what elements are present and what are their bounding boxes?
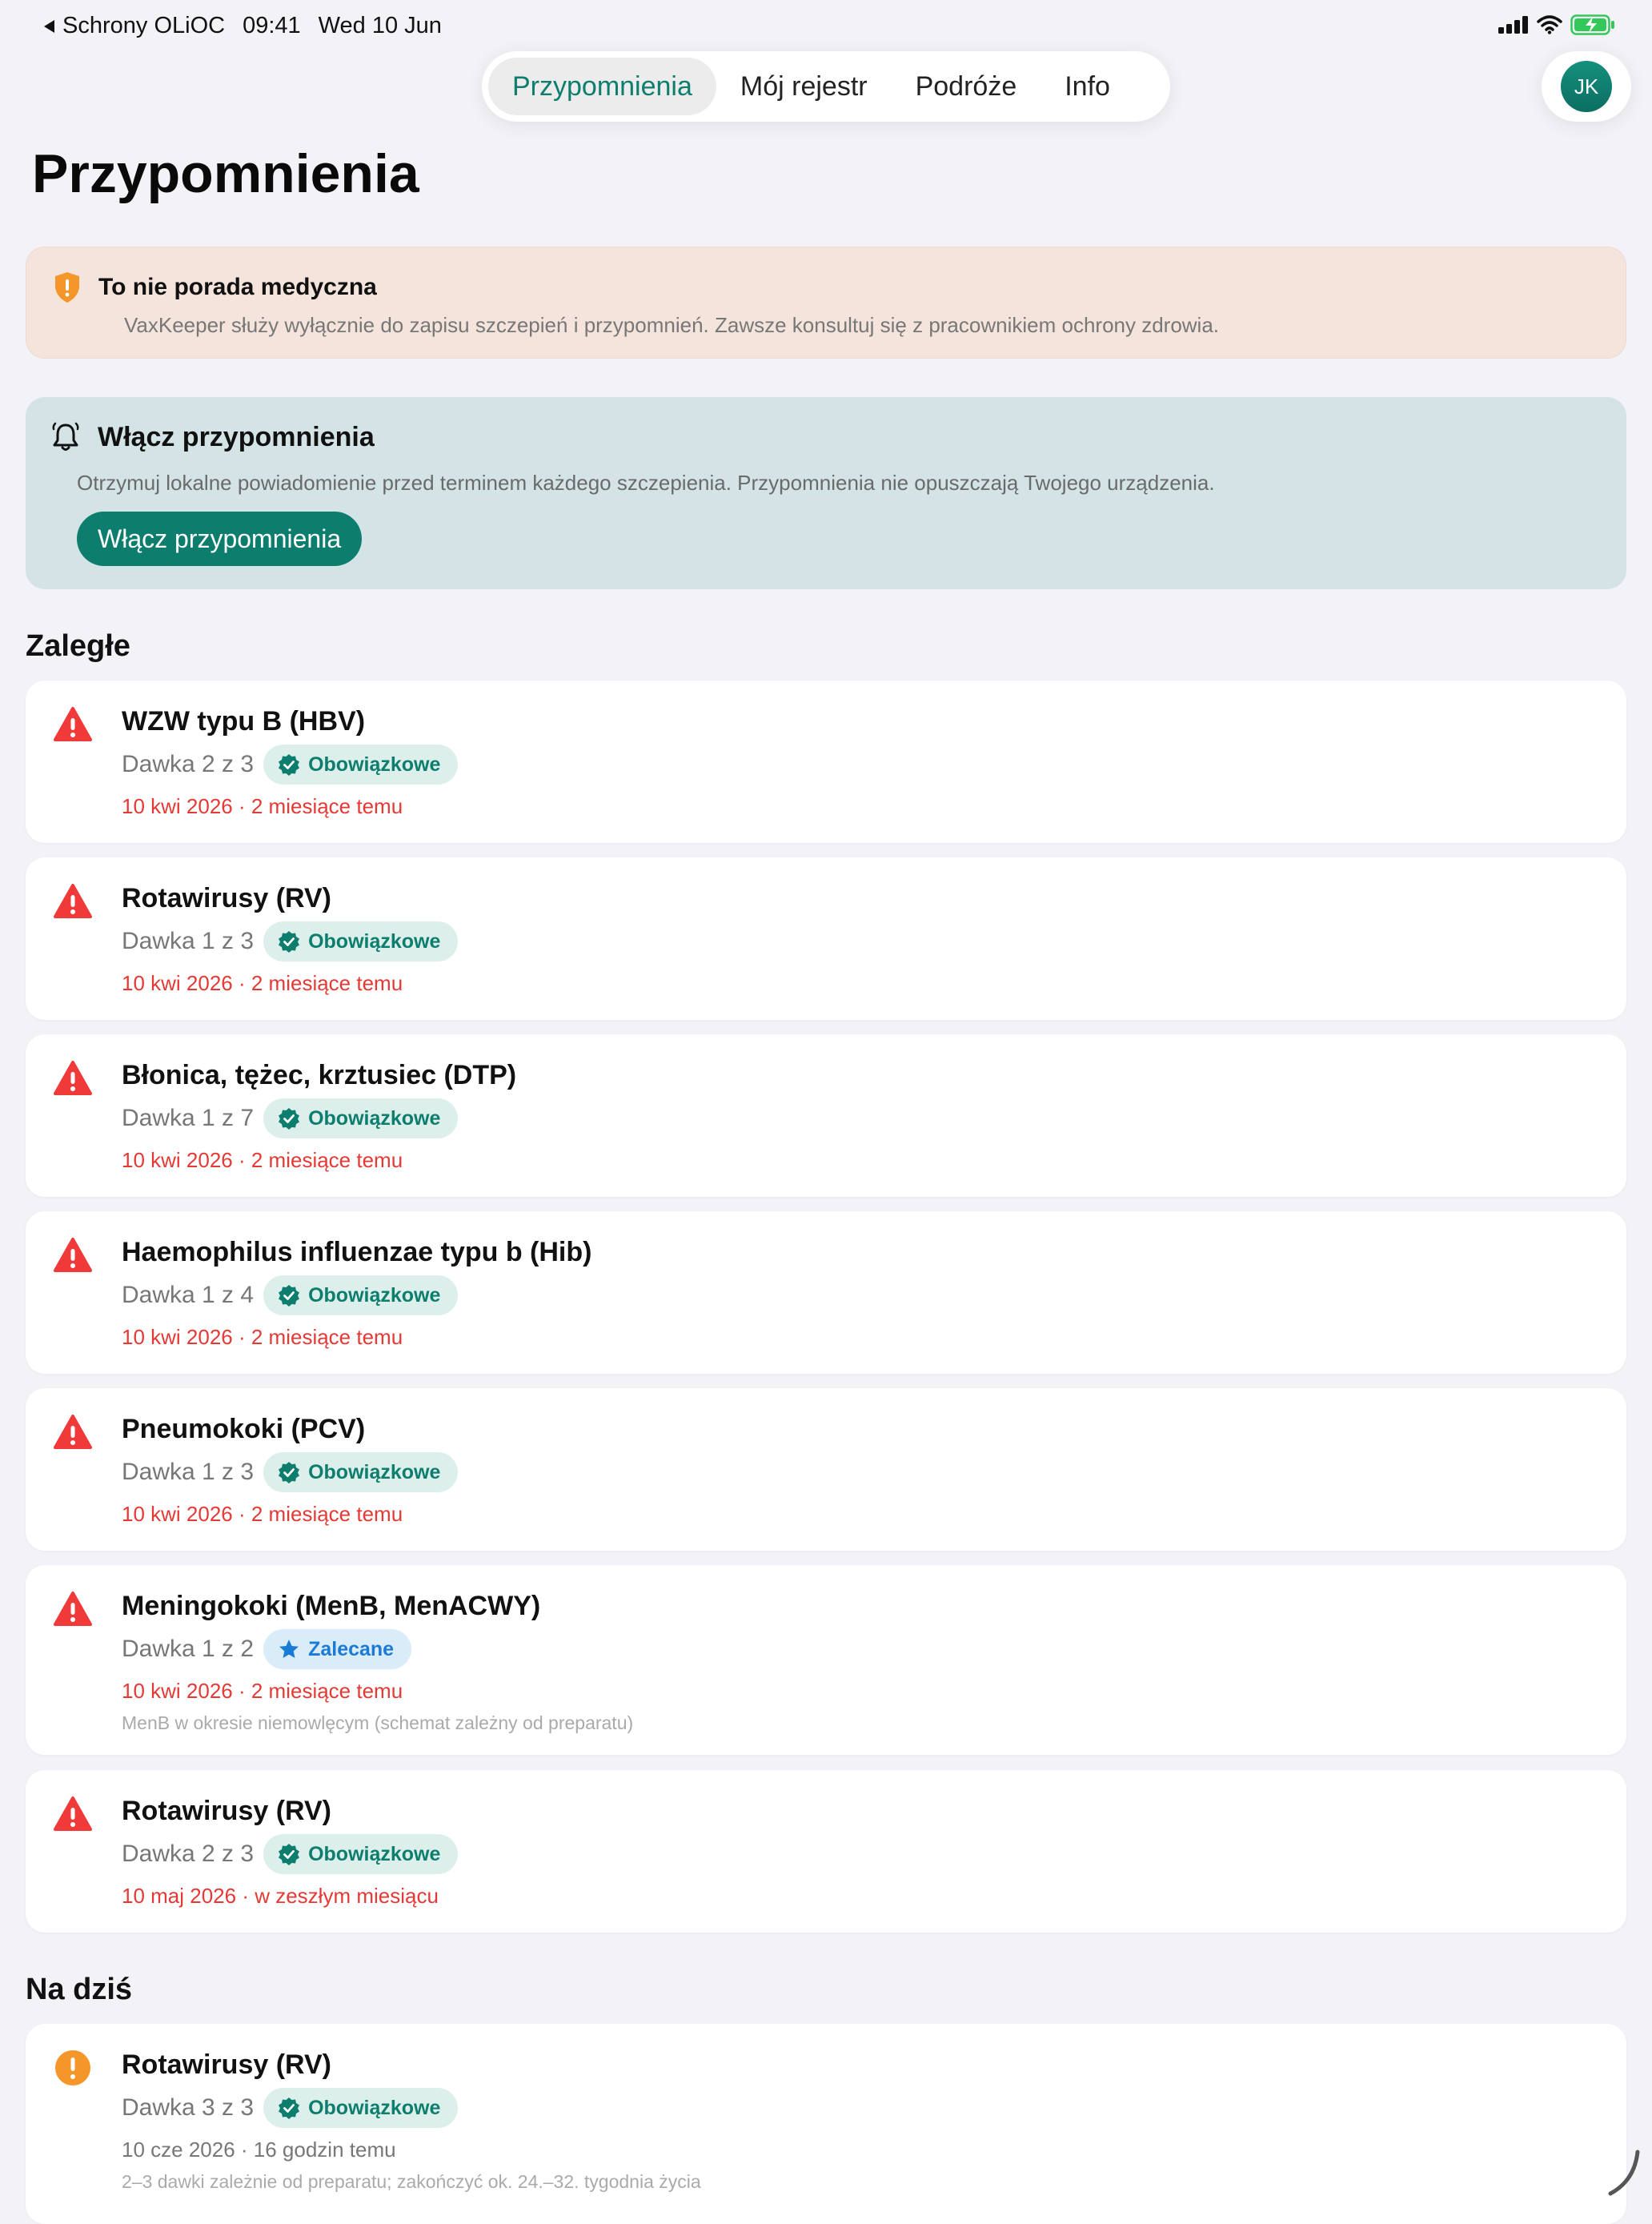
mandatory-badge: Obowiązkowe — [263, 2088, 458, 2128]
dose-info: Dawka 1 z 3 — [122, 1459, 254, 1486]
overdue-warning-icon — [53, 1058, 93, 1098]
enable-reminders-title: Włącz przypomnienia — [98, 422, 375, 453]
verified-check-icon — [278, 1843, 300, 1865]
disclaimer-title: To nie porada medyczna — [98, 274, 377, 301]
badge-label: Zalecane — [308, 1638, 394, 1661]
overdue-warning-icon — [53, 1235, 93, 1275]
vaccine-name: Haemophilus influenzae typu b (Hib) — [122, 1237, 591, 1268]
section-today-title: Na dziś — [26, 1973, 132, 2007]
verified-check-icon — [278, 1284, 300, 1307]
due-date: 10 maj 2026 · w zeszłym miesiącu — [122, 1884, 439, 1909]
overdue-vaccine-card[interactable]: Błonica, tężec, krztusiec (DTP) Dawka 1 z… — [26, 1034, 1626, 1197]
recommended-badge: Zalecane — [263, 1629, 411, 1669]
enable-reminders-button[interactable]: Włącz przypomnienia — [77, 512, 362, 566]
mandatory-badge: Obowiązkowe — [263, 1098, 458, 1138]
overdue-warning-icon — [53, 1412, 93, 1452]
today-vaccine-card[interactable]: Rotawirusy (RV) Dawka 3 z 3 Obowiązkowe 10 … — [26, 2024, 1626, 2224]
vaccine-note: MenB w okresie niemowlęcym (schemat zale… — [122, 1712, 633, 1734]
section-overdue-title: Zaległe — [26, 629, 130, 664]
due-date: 10 kwi 2026 · 2 miesiące temu — [122, 1679, 403, 1704]
verified-check-icon — [278, 2097, 300, 2119]
overdue-warning-icon — [53, 705, 93, 745]
mandatory-badge: Obowiązkowe — [263, 921, 458, 961]
wifi-icon — [1537, 15, 1562, 34]
shield-exclamation-icon — [54, 271, 81, 303]
vaccine-name: Rotawirusy (RV) — [122, 883, 331, 914]
mandatory-badge: Obowiązkowe — [263, 1452, 458, 1492]
back-triangle-icon — [42, 18, 56, 34]
bell-icon — [50, 421, 82, 453]
overdue-vaccine-card[interactable]: Pneumokoki (PCV) Dawka 1 z 3 Obowiązkowe 10… — [26, 1388, 1626, 1551]
badge-label: Obowiązkowe — [308, 753, 440, 777]
battery-charging-icon — [1570, 14, 1615, 35]
back-app-label: Schrony OLiOC — [62, 13, 225, 39]
dose-info: Dawka 1 z 2 — [122, 1636, 254, 1663]
due-date: 10 kwi 2026 · 2 miesiące temu — [122, 1148, 403, 1173]
status-date: Wed 10 Jun — [319, 13, 442, 39]
badge-label: Obowiązkowe — [308, 2097, 440, 2120]
dose-info: Dawka 3 z 3 — [122, 2094, 254, 2122]
scroll-indicator-icon[interactable] — [1606, 2149, 1641, 2197]
due-today-icon — [53, 2048, 93, 2088]
dose-info: Dawka 1 z 3 — [122, 928, 254, 955]
vaccine-name: Błonica, tężec, krztusiec (DTP) — [122, 1060, 516, 1091]
badge-label: Obowiązkowe — [308, 1461, 440, 1484]
page-title: Przypomnienia — [32, 143, 419, 205]
vaccine-name: Rotawirusy (RV) — [122, 2049, 331, 2081]
top-tab-bar: Przypomnienia Mój rejestr Podróże Info — [482, 51, 1170, 122]
overdue-vaccine-card[interactable]: Meningokoki (MenB, MenACWY) Dawka 1 z 2 Za… — [26, 1565, 1626, 1755]
verified-check-icon — [278, 1107, 300, 1130]
vaccine-name: WZW typu B (HBV) — [122, 706, 365, 737]
avatar: JK — [1561, 61, 1612, 112]
tab-info[interactable]: Info — [1041, 58, 1134, 115]
star-icon — [278, 1638, 300, 1660]
vaccine-name: Rotawirusy (RV) — [122, 1796, 331, 1827]
due-date: 10 kwi 2026 · 2 miesiące temu — [122, 971, 403, 996]
cellular-signal-icon — [1498, 16, 1529, 34]
overdue-vaccine-card[interactable]: Haemophilus influenzae typu b (Hib) Dawka… — [26, 1211, 1626, 1374]
dose-info: Dawka 2 z 3 — [122, 751, 254, 778]
vaccine-note: 2–3 dawki zależnie od preparatu; zakończ… — [122, 2171, 701, 2193]
overdue-warning-icon — [53, 1589, 93, 1629]
badge-label: Obowiązkowe — [308, 930, 440, 953]
overdue-vaccine-card[interactable]: WZW typu B (HBV) Dawka 2 z 3 Obowiązkowe 10… — [26, 680, 1626, 843]
verified-check-icon — [278, 753, 300, 776]
dose-info: Dawka 2 z 3 — [122, 1841, 254, 1868]
tab-travel[interactable]: Podróże — [892, 58, 1041, 115]
enable-reminders-body: Otrzymuj lokalne powiadomienie przed ter… — [77, 471, 1626, 496]
disclaimer-body: VaxKeeper służy wyłącznie do zapisu szcz… — [124, 313, 1626, 338]
tab-reminders[interactable]: Przypomnienia — [488, 58, 716, 115]
mandatory-badge: Obowiązkowe — [263, 745, 458, 785]
overdue-vaccine-card[interactable]: Rotawirusy (RV) Dawka 1 z 3 Obowiązkowe 10 … — [26, 857, 1626, 1020]
mandatory-badge: Obowiązkowe — [263, 1834, 458, 1874]
tab-my-registry[interactable]: Mój rejestr — [716, 58, 892, 115]
due-date: 10 kwi 2026 · 2 miesiące temu — [122, 794, 403, 819]
verified-check-icon — [278, 1461, 300, 1483]
vaccine-name: Meningokoki (MenB, MenACWY) — [122, 1591, 540, 1622]
overdue-warning-icon — [53, 1794, 93, 1834]
badge-label: Obowiązkowe — [308, 1284, 440, 1307]
status-bar: Schrony OLiOC 09:41 Wed 10 Jun — [0, 0, 1652, 51]
dose-info: Dawka 1 z 7 — [122, 1105, 254, 1132]
mandatory-badge: Obowiązkowe — [263, 1275, 458, 1315]
status-time: 09:41 — [243, 13, 301, 39]
vaccine-name: Pneumokoki (PCV) — [122, 1414, 365, 1445]
verified-check-icon — [278, 930, 300, 953]
due-date: 10 kwi 2026 · 2 miesiące temu — [122, 1325, 403, 1350]
badge-label: Obowiązkowe — [308, 1107, 440, 1130]
overdue-vaccine-card[interactable]: Rotawirusy (RV) Dawka 2 z 3 Obowiązkowe 10 … — [26, 1770, 1626, 1933]
enable-reminders-card: Włącz przypomnienia Otrzymuj lokalne pow… — [26, 397, 1626, 589]
overdue-warning-icon — [53, 881, 93, 921]
due-date: 10 cze 2026 · 16 godzin temu — [122, 2138, 396, 2162]
due-date: 10 kwi 2026 · 2 miesiące temu — [122, 1502, 403, 1527]
badge-label: Obowiązkowe — [308, 1843, 440, 1866]
medical-disclaimer-card: To nie porada medyczna VaxKeeper służy w… — [26, 247, 1626, 359]
back-to-app[interactable]: Schrony OLiOC — [42, 13, 225, 39]
dose-info: Dawka 1 z 4 — [122, 1282, 254, 1309]
profile-button[interactable]: JK — [1542, 51, 1631, 122]
